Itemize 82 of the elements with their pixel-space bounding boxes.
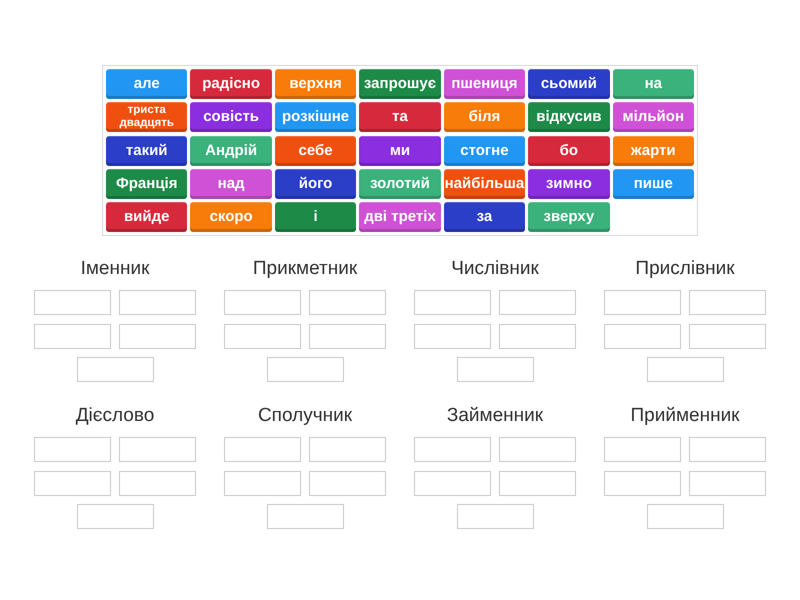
group-title: Прислівник xyxy=(635,257,735,282)
word-tile[interactable]: над xyxy=(190,168,272,199)
drop-slot[interactable] xyxy=(34,290,111,316)
word-tile[interactable]: сьомий xyxy=(528,69,610,99)
drop-slot[interactable] xyxy=(119,324,196,349)
drop-slot[interactable] xyxy=(499,324,576,349)
drop-slot[interactable] xyxy=(499,437,576,462)
word-tile[interactable]: його xyxy=(274,168,356,199)
drop-slot[interactable] xyxy=(119,290,196,316)
group-title: Дієслово xyxy=(76,404,154,428)
drop-slot[interactable] xyxy=(499,470,576,496)
drop-slot[interactable] xyxy=(646,357,724,382)
word-tile[interactable]: Франція xyxy=(106,168,188,199)
word-tile[interactable]: себе xyxy=(274,136,356,166)
word-tile[interactable]: Андрій xyxy=(190,136,272,166)
drop-slot[interactable] xyxy=(414,470,491,496)
word-tile[interactable]: розкішне xyxy=(274,102,356,132)
drop-slot[interactable] xyxy=(414,324,491,349)
group-title: Сполучник xyxy=(258,404,352,428)
drop-slot[interactable] xyxy=(76,357,154,382)
drop-slot[interactable] xyxy=(224,290,301,316)
drop-slot[interactable] xyxy=(224,324,301,349)
word-tile[interactable]: радісно xyxy=(190,69,272,99)
word-tile[interactable]: зимно xyxy=(528,168,610,199)
drop-slot[interactable] xyxy=(119,437,196,462)
drop-slot[interactable] xyxy=(309,437,386,462)
group-title: Прикметник xyxy=(252,257,358,282)
group-title: Прийменник xyxy=(630,404,740,428)
drop-slot[interactable] xyxy=(689,437,766,462)
drop-slot[interactable] xyxy=(414,437,491,462)
word-tile[interactable]: мільйон xyxy=(612,102,694,132)
word-tile[interactable]: пише xyxy=(612,168,694,199)
drop-slot[interactable] xyxy=(604,470,681,496)
word-tile[interactable]: верхня xyxy=(274,69,356,99)
drop-slot[interactable] xyxy=(266,504,344,530)
drop-slot[interactable] xyxy=(266,357,344,382)
drop-slot[interactable] xyxy=(76,504,154,530)
drop-slot[interactable] xyxy=(646,504,724,530)
group-title: Займенник xyxy=(446,404,544,428)
word-tile[interactable]: совість xyxy=(190,102,272,132)
word-tile[interactable]: але xyxy=(106,69,188,99)
drop-slot[interactable] xyxy=(224,437,301,462)
word-tile[interactable]: на xyxy=(612,69,694,99)
group-title: Іменник xyxy=(80,257,150,282)
drop-slot[interactable] xyxy=(689,324,766,349)
word-tile[interactable]: вийде xyxy=(106,202,188,232)
drop-slot[interactable] xyxy=(34,324,111,349)
word-tile[interactable]: стогне xyxy=(444,136,526,166)
word-tile[interactable]: запрошує xyxy=(359,69,441,99)
drop-slot[interactable] xyxy=(34,437,111,462)
word-tile[interactable]: та xyxy=(359,102,441,132)
word-tile[interactable]: найбільша xyxy=(444,168,526,199)
drop-slot[interactable] xyxy=(456,504,534,530)
drop-slot[interactable] xyxy=(309,324,386,349)
word-tile[interactable]: скоро xyxy=(190,202,272,232)
word-tile[interactable]: і xyxy=(274,202,356,232)
drop-slot[interactable] xyxy=(604,324,681,349)
drop-slot[interactable] xyxy=(34,470,111,496)
drop-slot[interactable] xyxy=(604,437,681,462)
drop-slot[interactable] xyxy=(309,470,386,496)
word-tile[interactable]: жарти xyxy=(612,136,694,166)
drop-slot[interactable] xyxy=(456,357,534,382)
word-tile[interactable]: відкусив xyxy=(528,102,610,132)
drop-slot[interactable] xyxy=(309,290,386,316)
drop-slot[interactable] xyxy=(119,470,196,496)
group-title: Числівник xyxy=(451,257,539,282)
word-tile[interactable]: біля xyxy=(444,102,526,132)
drop-slot[interactable] xyxy=(604,290,681,316)
drop-slot[interactable] xyxy=(689,470,766,496)
drop-slot[interactable] xyxy=(689,290,766,316)
word-tile[interactable]: ми xyxy=(359,136,441,166)
word-tile[interactable]: зверху xyxy=(528,202,610,232)
word-tile[interactable]: золотий xyxy=(359,168,441,199)
word-tile[interactable]: дві третіх xyxy=(359,202,441,232)
drop-slot[interactable] xyxy=(499,290,576,316)
word-tile[interactable]: пшениця xyxy=(444,69,526,99)
word-tile[interactable]: такий xyxy=(106,136,188,166)
word-tile[interactable]: бо xyxy=(528,136,610,166)
word-tile[interactable]: триста двадцять xyxy=(106,102,188,132)
drop-slot[interactable] xyxy=(224,470,301,496)
word-tile[interactable]: за xyxy=(444,202,526,232)
drop-slot[interactable] xyxy=(414,290,491,316)
